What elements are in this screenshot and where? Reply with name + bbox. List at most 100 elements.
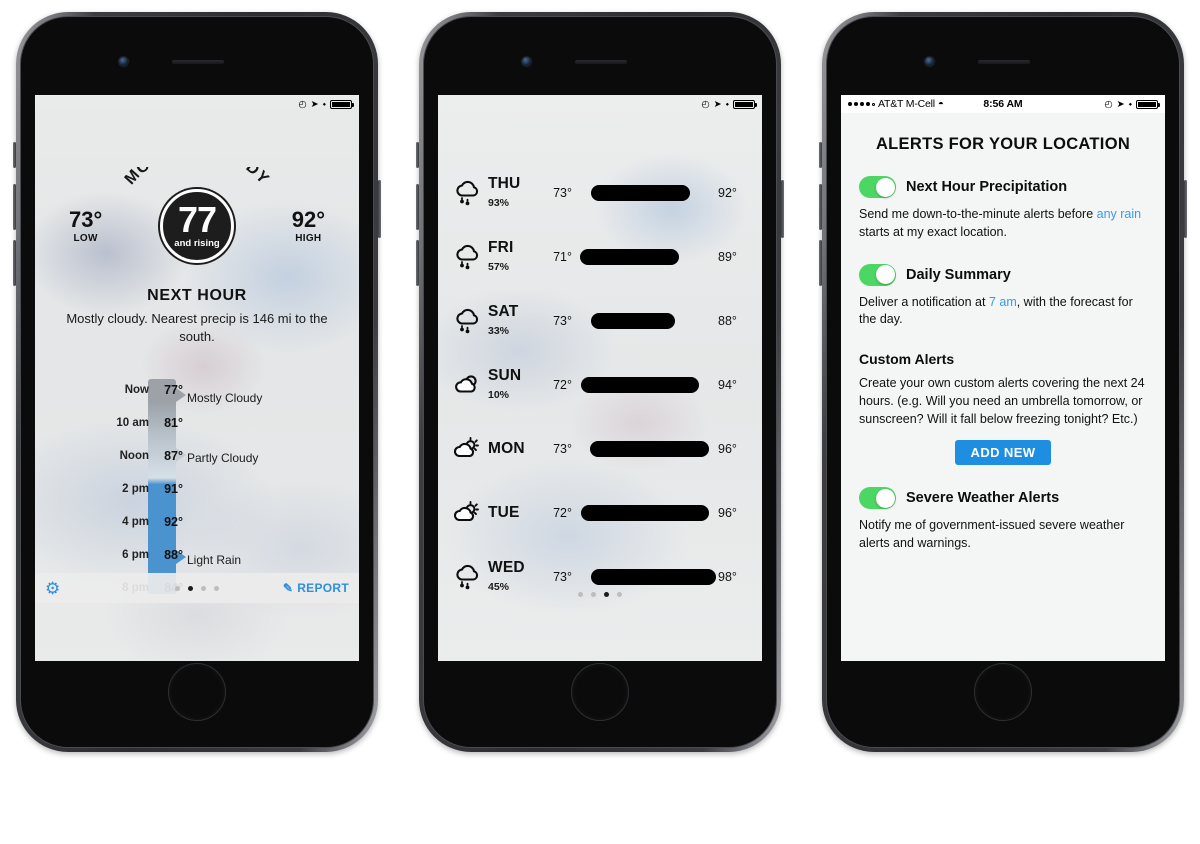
forecast-row-mon[interactable]: MON 73° 96° [438, 417, 762, 481]
severe-weather-description: Notify me of government-issued severe we… [859, 518, 1125, 550]
forecast-range-bar [574, 249, 716, 265]
page-dot-active[interactable] [604, 592, 609, 597]
timeline-temp: 92° [164, 514, 183, 529]
rain-cloud-icon [452, 179, 482, 207]
severe-weather-row[interactable]: Severe Weather Alerts [859, 487, 1147, 510]
forecast-high: 88° [718, 314, 737, 328]
phones-stage: AT&T M-Cell ◓ 8:56 AM ◴ ➤ ⬩ [0, 0, 1200, 844]
forecast-row-wed[interactable]: WED 45% 73° 98° [438, 545, 762, 609]
forecast-precip: 10% [488, 389, 510, 401]
range-fill [591, 569, 716, 585]
home-button[interactable] [974, 663, 1032, 721]
earpiece-speaker [575, 60, 627, 64]
severe-weather-toggle[interactable] [859, 487, 896, 510]
svg-text:MOSTLY CLOUDY: MOSTLY CLOUDY [122, 167, 273, 188]
timeline-row: Noon 87° [103, 439, 359, 472]
forecast-day-name: SUN [488, 367, 522, 384]
volume-up-button[interactable] [416, 184, 419, 230]
forecast-row-fri[interactable]: FRI 57% 71° 89° [438, 225, 762, 289]
volume-up-button[interactable] [819, 184, 822, 230]
daily-summary-toggle[interactable] [859, 263, 896, 286]
timeline-rows: Now 77° 10 am 81° Noon 87° 2 pm 91° 4 pm… [103, 373, 359, 604]
alarm-icon: ◴ [298, 98, 307, 110]
sun-cloud-rays-icon [452, 435, 482, 463]
volume-down-button[interactable] [416, 240, 419, 286]
volume-down-button[interactable] [13, 240, 16, 286]
any-rain-link[interactable]: any rain [1097, 207, 1141, 221]
next-hour-precip-label: Next Hour Precipitation [906, 179, 1068, 195]
low-temp-value: 73° [69, 207, 103, 232]
location-arrow-icon: ➤ [1116, 98, 1125, 110]
rain-cloud-icon [452, 243, 482, 271]
page-title: ALERTS FOR YOUR LOCATION [875, 135, 1131, 153]
volume-down-button[interactable] [819, 240, 822, 286]
bluetooth-icon: ⬩ [322, 98, 326, 110]
forecast-low: 73° [553, 442, 572, 456]
forecast-high: 89° [718, 250, 737, 264]
phone-1-screen: AT&T M-Cell ◓ 8:56 AM ◴ ➤ ⬩ [35, 95, 359, 661]
forecast-range-bar [574, 441, 716, 457]
home-button[interactable] [168, 663, 226, 721]
forecast-day-block: SUN 10% [488, 367, 542, 403]
forecast-day-block: TUE [488, 504, 542, 522]
high-temp-label: HIGH [295, 233, 322, 244]
forecast-row-sun[interactable]: SUN 10% 72° 94° [438, 353, 762, 417]
range-fill [591, 313, 675, 329]
forecast-low: 71° [553, 250, 572, 264]
page-dot[interactable] [591, 592, 596, 597]
report-button[interactable]: ✎ REPORT [283, 581, 349, 595]
volume-up-button[interactable] [13, 184, 16, 230]
home-button[interactable] [571, 663, 629, 721]
gear-icon[interactable]: ⚙ [45, 580, 60, 597]
forecast-precip: 57% [488, 261, 510, 273]
forecast-range-bar [574, 185, 716, 201]
power-button[interactable] [1184, 180, 1187, 238]
time-link[interactable]: 7 am [989, 295, 1017, 309]
power-button[interactable] [378, 180, 381, 238]
page-dot[interactable] [578, 592, 583, 597]
custom-alerts-description: Create your own custom alerts covering t… [859, 376, 1145, 426]
forecast-day-name: WED [488, 559, 525, 576]
mute-switch[interactable] [13, 142, 16, 168]
next-hour-precip-toggle[interactable] [859, 176, 896, 198]
mute-switch[interactable] [416, 142, 419, 168]
range-fill [589, 441, 709, 457]
page-indicator-2[interactable] [578, 592, 622, 597]
page-dot[interactable] [175, 585, 180, 591]
forecast-range-bar [574, 377, 716, 393]
page-dot[interactable] [201, 585, 206, 591]
high-temp-value: 92° [291, 207, 325, 232]
mute-switch[interactable] [819, 142, 822, 168]
daily-summary-description: Deliver a notification at 7 am, with the… [859, 294, 1147, 330]
page-indicator-1[interactable] [175, 585, 219, 591]
phone-2-screen: AT&T M-Cell ◓ 8:56 AM ◴ ➤ ⬩ [438, 95, 762, 661]
forecast-row-thu[interactable]: THU 93% 73° 92° [438, 161, 762, 225]
location-arrow-icon: ➤ [310, 98, 319, 110]
location-arrow-icon: ➤ [713, 98, 722, 110]
forecast-day-name: MON [488, 440, 525, 457]
forecast-precip: 45% [488, 581, 510, 593]
rain-cloud-icon [452, 307, 482, 335]
page-dot-active[interactable] [188, 585, 193, 591]
page-dot[interactable] [617, 592, 622, 597]
desc-pre: Deliver a notification at [859, 294, 989, 309]
forecast-row-tue[interactable]: TUE 72° 96° [438, 481, 762, 545]
timeline-time: 10 am [116, 416, 149, 429]
timeline-temp: 91° [164, 481, 183, 496]
power-button[interactable] [781, 180, 784, 238]
add-new-button[interactable]: ADD NEW [954, 440, 1052, 466]
phone-3-screen: AT&T M-Cell ◓ 8:56 AM ◴ ➤ ⬩ ALERTS FOR Y… [841, 95, 1165, 661]
next-hour-precip-row[interactable]: Next Hour Precipitation [859, 176, 1147, 198]
current-temp-badge[interactable]: 77 and rising [160, 189, 234, 263]
status-bar-3: AT&T M-Cell ◓ 8:56 AM ◴ ➤ ⬩ [841, 95, 1165, 113]
timeline-time: Now [124, 383, 149, 396]
forecast-day-block: THU 93% [488, 175, 542, 211]
timeline-temp: 87° [164, 448, 183, 463]
page-dot[interactable] [214, 585, 219, 591]
low-temp-label: LOW [73, 233, 98, 244]
forecast-precip: 93% [488, 197, 510, 209]
forecast-row-sat[interactable]: SAT 33% 73° 88° [438, 289, 762, 353]
front-camera-icon [925, 57, 934, 66]
daily-summary-row[interactable]: Daily Summary [859, 263, 1147, 286]
hourly-timeline[interactable]: Mostly Cloudy Partly Cloudy Light Rain N… [35, 373, 359, 603]
